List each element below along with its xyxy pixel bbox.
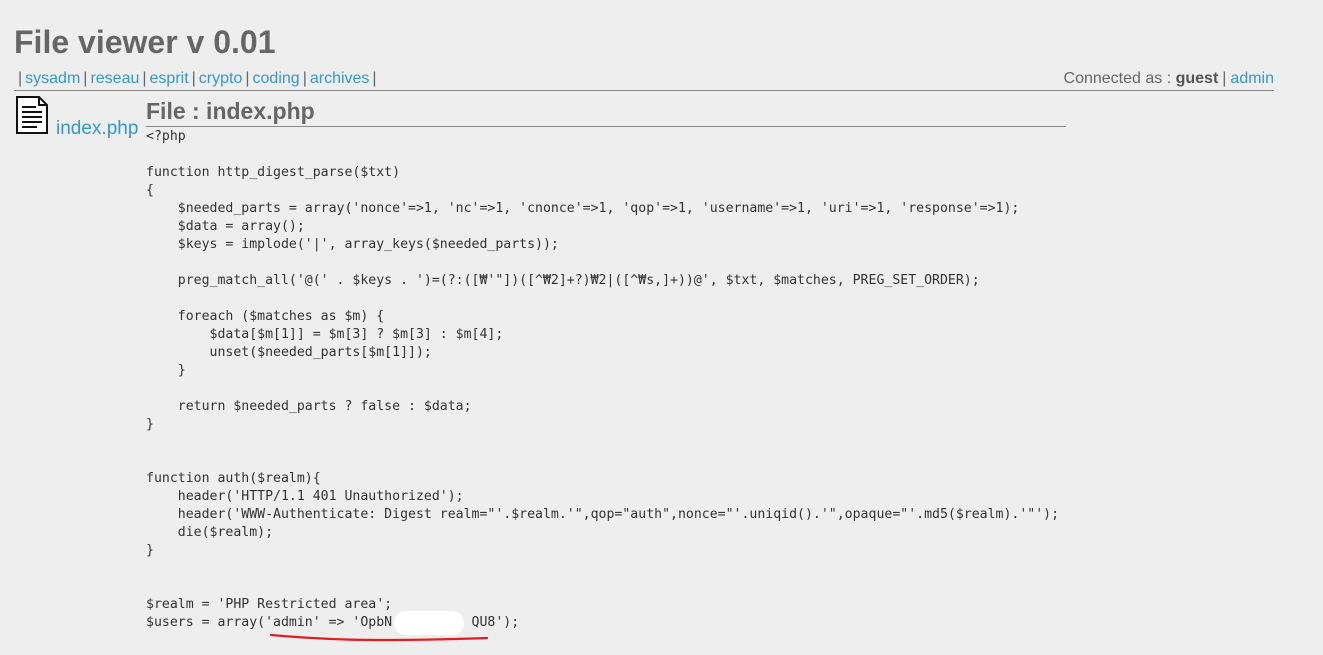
top-nav-bar: | sysadm | reseau | esprit | crypto | coding | arch… <box>14 68 1274 91</box>
code-line: foreach ($matches as $m) { <box>177 309 385 324</box>
file-list: index.php <box>14 94 144 140</box>
code-line: function auth($realm){ <box>146 471 321 486</box>
nav-link-sysadm[interactable]: sysadm <box>25 70 80 87</box>
code-line: } <box>146 417 154 432</box>
connected-as-label: Connected as : <box>1063 70 1172 87</box>
nav-link-coding[interactable]: coding <box>253 70 300 87</box>
code-line: $data = array(); <box>177 219 305 234</box>
nav-link-esprit[interactable]: esprit <box>150 70 189 87</box>
file-title: File : index.php <box>146 98 1066 127</box>
file-link-index-php[interactable]: index.php <box>56 118 138 140</box>
code-line: <?php <box>146 129 186 144</box>
file-item[interactable]: index.php <box>14 94 144 140</box>
code-line: $realm = 'PHP Restricted area'; <box>146 597 393 612</box>
user-status: Connected as : guest | admin <box>1064 70 1274 88</box>
file-viewer: File : index.php <?php function http_dig… <box>146 98 1066 631</box>
admin-link[interactable]: admin <box>1230 70 1274 87</box>
code-line: function http_digest_parse($txt) <box>146 165 401 180</box>
code-line: unset($needed_parts[$m[1]]); <box>209 345 432 360</box>
code-line: $keys = implode('|', array_keys($needed_… <box>177 237 559 252</box>
nav-separator: | <box>191 70 196 87</box>
nav-separator: | <box>372 70 377 87</box>
nav-separator: | <box>245 70 250 87</box>
code-line: preg_match_all('@(' . $keys . ')=(?:([₩'… <box>177 273 980 288</box>
nav-separator: | <box>83 70 88 87</box>
nav-separator: | <box>142 70 147 87</box>
code-line: header('WWW-Authenticate: Digest realm="… <box>177 507 1060 522</box>
nav-link-reseau[interactable]: reseau <box>90 70 139 87</box>
code-line: } <box>177 363 186 378</box>
source-code: <?php function http_digest_parse($txt) {… <box>146 128 1066 632</box>
current-username: guest <box>1175 70 1219 87</box>
nav-link-archives[interactable]: archives <box>310 70 370 87</box>
code-line: $data[$m[1]] = $m[3] ? $m[3] : $m[4]; <box>209 327 504 342</box>
document-icon[interactable] <box>15 96 49 134</box>
site-title: File viewer v 0.01 <box>14 24 276 60</box>
code-line: die($realm); <box>177 525 274 540</box>
code-line: } <box>146 543 154 558</box>
code-line: $needed_parts = array('nonce'=>1, 'nc'=>… <box>177 201 1020 216</box>
code-line: return $needed_parts ? false : $data; <box>177 399 472 414</box>
nav-link-crypto[interactable]: crypto <box>199 70 243 87</box>
nav-separator: | <box>18 70 23 87</box>
red-underline-annotation <box>269 633 489 642</box>
code-line: header('HTTP/1.1 401 Unauthorized'); <box>177 489 464 504</box>
nav-separator: | <box>302 70 307 87</box>
code-line: { <box>146 183 154 198</box>
user-separator: | <box>1222 70 1227 87</box>
section-nav: | sysadm | reseau | esprit | crypto | coding | arch… <box>14 70 380 88</box>
